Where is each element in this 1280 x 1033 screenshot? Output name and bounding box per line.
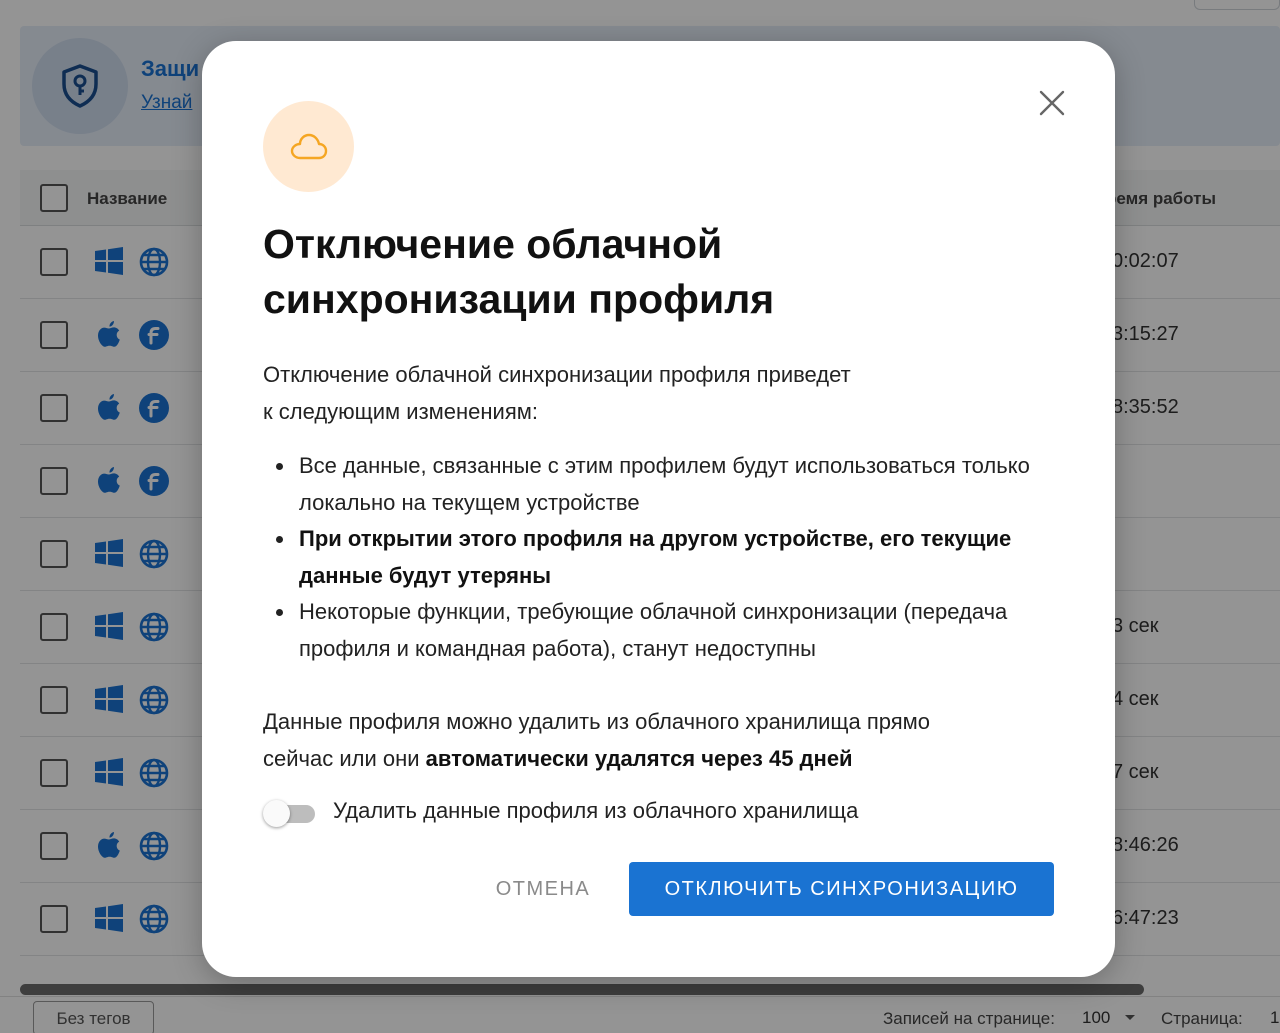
intro-line-2: к следующим изменениям: — [263, 398, 538, 424]
cloud-icon-circle — [263, 101, 354, 192]
note-line-2-prefix: сейчас или они — [263, 746, 426, 771]
disable-sync-button[interactable]: ОТКЛЮЧИТЬ СИНХРОНИЗАЦИЮ — [629, 862, 1054, 916]
cancel-button[interactable]: ОТМЕНА — [472, 862, 614, 916]
dialog-intro: Отключение облачной синхронизации профил… — [263, 357, 1063, 430]
toggle-knob — [263, 800, 290, 827]
disable-sync-dialog: Отключение облачной синхронизации профил… — [202, 41, 1115, 977]
delete-cloud-data-toggle[interactable] — [263, 800, 317, 830]
note-line-1: Данные профиля можно удалить из облачног… — [263, 709, 930, 734]
dialog-title: Отключение облачной синхронизации профил… — [263, 217, 1023, 327]
note-line-2: сейчас или они автоматически удалятся че… — [263, 740, 1063, 777]
consequences-list: Все данные, связанные с этим профилем бу… — [263, 448, 1063, 667]
consequence-item-data-loss: При открытии этого профиля на другом уст… — [263, 521, 1063, 594]
note-line-2-bold: автоматически удалятся через 45 дней — [425, 746, 853, 771]
dialog-title-line-1: Отключение облачной — [263, 221, 723, 267]
close-icon[interactable] — [1038, 89, 1066, 117]
intro-line-1: Отключение облачной синхронизации профил… — [263, 362, 851, 387]
dialog-title-line-2: синхронизации профиля — [263, 276, 775, 322]
consequence-item-local: Все данные, связанные с этим профилем бу… — [263, 448, 1063, 521]
consequence-item-features: Некоторые функции, требующие облачной си… — [263, 594, 1063, 667]
cloud-icon — [290, 133, 327, 159]
deletion-note: Данные профиля можно удалить из облачног… — [263, 703, 1063, 777]
delete-cloud-data-label[interactable]: Удалить данные профиля из облачного хран… — [333, 798, 858, 824]
